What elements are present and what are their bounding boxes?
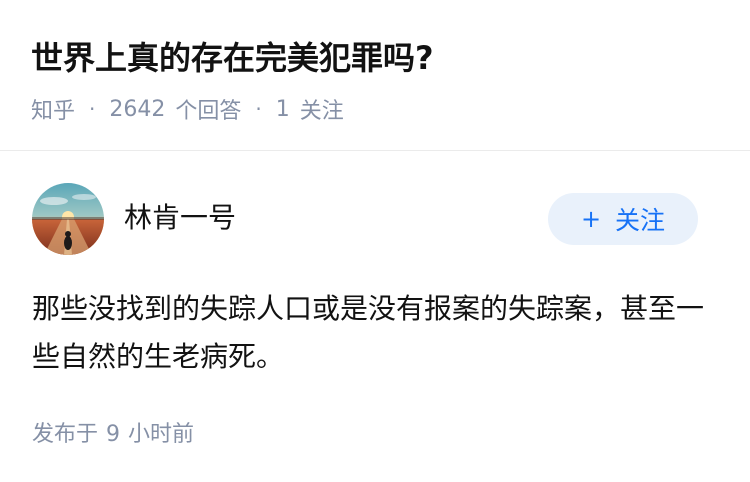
- answer-count-suffix[interactable]: 个回答: [175, 93, 241, 125]
- question-title[interactable]: 世界上真的存在完美犯罪吗?: [31, 36, 434, 80]
- follower-count-suffix[interactable]: 关注: [300, 93, 344, 125]
- publish-time: 发布于 9 小时前: [32, 416, 194, 448]
- follow-button-label: 关注: [615, 206, 666, 235]
- follower-count[interactable]: 1: [276, 97, 290, 122]
- meta-separator: ·: [89, 97, 96, 121]
- source-label[interactable]: 知乎: [31, 93, 75, 125]
- question-meta: 知乎 · 2642 个回答 · 1 关注: [31, 93, 344, 125]
- author-name[interactable]: 林肯一号: [124, 200, 236, 236]
- publish-suffix: 小时前: [128, 422, 195, 447]
- publish-number: 9: [106, 422, 121, 447]
- meta-separator: ·: [255, 97, 262, 121]
- question-header: 世界上真的存在完美犯罪吗? 知乎 · 2642 个回答 · 1 关注: [0, 0, 750, 151]
- publish-prefix: 发布于: [32, 422, 99, 447]
- answer-count[interactable]: 2642: [109, 97, 165, 122]
- avatar-image: [32, 183, 104, 255]
- plus-icon: +: [580, 205, 602, 233]
- answer-card: 林肯一号 + 关注 那些没找到的失踪人口或是没有报案的失踪案，甚至一些自然的生老…: [0, 151, 750, 482]
- author-avatar[interactable]: [32, 183, 104, 255]
- follow-button[interactable]: + 关注: [548, 193, 698, 245]
- answer-content[interactable]: 那些没找到的失踪人口或是没有报案的失踪案，甚至一些自然的生老病死。: [32, 285, 718, 381]
